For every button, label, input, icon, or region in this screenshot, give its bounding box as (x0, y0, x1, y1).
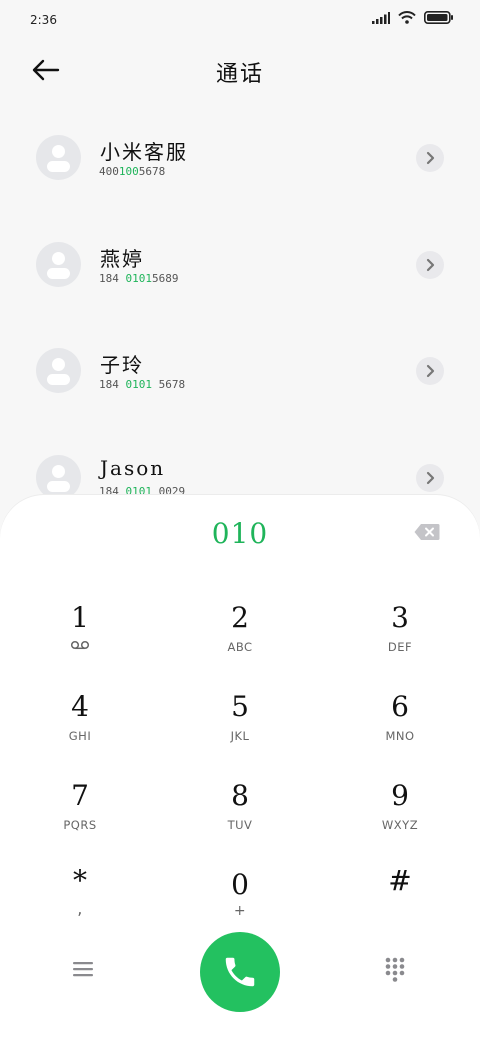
chevron-right-icon (426, 258, 435, 272)
contact-detail-button[interactable] (416, 144, 444, 172)
contact-detail-button[interactable] (416, 251, 444, 279)
call-button[interactable] (200, 932, 280, 1012)
contact-row[interactable]: 燕婷 184 01015689 (0, 217, 480, 307)
key-digit: # (388, 864, 412, 897)
contact-name: 子玲 (100, 353, 144, 377)
key-3[interactable]: 3 DEF (320, 600, 480, 680)
battery-icon (424, 11, 453, 24)
key-letters: ABC (227, 640, 253, 654)
contact-number: 184 0101 5678 (99, 378, 186, 391)
chevron-right-icon (426, 151, 435, 165)
contact-name: Jason (100, 456, 166, 480)
key-digit: 5 (231, 690, 249, 723)
chevron-right-icon (426, 364, 435, 378)
backspace-icon (414, 524, 440, 540)
key-1[interactable]: 1 (0, 600, 160, 680)
contact-number: 4001005678 (99, 165, 166, 178)
page-title: 通话 (215, 62, 264, 87)
contact-number: 184 01015689 (99, 272, 179, 285)
key-8[interactable]: 8 TUV (160, 778, 320, 858)
key-letters: TUV (227, 818, 253, 832)
contact-name: 燕婷 (100, 247, 144, 271)
key-4[interactable]: 4 GHI (0, 689, 160, 769)
dialpad-sheet: 010 1 2 ABC 3 DEF 4 GHI 5 JKL 6 MNO 7 PQ… (0, 495, 480, 1040)
voicemail-icon (70, 640, 90, 650)
key-letters: PQRS (63, 818, 97, 832)
key-star[interactable]: * , (0, 863, 160, 943)
contact-name: 小米客服 (100, 140, 188, 164)
avatar (36, 242, 81, 287)
key-digit: 2 (231, 601, 249, 634)
avatar (36, 455, 81, 500)
menu-button[interactable] (72, 960, 98, 982)
header: 通话 (0, 44, 480, 94)
dialpad-bottom-bar (0, 932, 480, 1012)
status-icons (372, 11, 454, 24)
phone-icon (225, 957, 255, 987)
key-hash[interactable]: # (320, 863, 480, 943)
key-letters: WXYZ (381, 818, 419, 832)
key-digit: 8 (231, 779, 249, 812)
key-digit: 9 (391, 779, 409, 812)
backspace-button[interactable] (414, 523, 440, 541)
key-digit: 7 (71, 779, 89, 812)
key-digit: 6 (391, 690, 409, 723)
key-digit: 3 (391, 601, 409, 634)
key-digit: 4 (71, 690, 89, 723)
status-bar: 2:36 (0, 0, 480, 40)
contact-detail-button[interactable] (416, 357, 444, 385)
menu-icon (73, 962, 93, 977)
avatar (36, 135, 81, 180)
key-letters: JKL (230, 729, 250, 743)
key-letters: GHI (68, 729, 92, 743)
key-7[interactable]: 7 PQRS (0, 778, 160, 858)
dialed-number: 010 (211, 517, 269, 550)
key-9[interactable]: 9 WXYZ (320, 778, 480, 858)
keypad-toggle-button[interactable] (384, 956, 406, 982)
key-6[interactable]: 6 MNO (320, 689, 480, 769)
key-letters: , (77, 899, 83, 918)
keypad-icon (385, 957, 405, 982)
chevron-right-icon (426, 471, 435, 485)
contact-row[interactable]: 子玲 184 0101 5678 (0, 323, 480, 413)
contact-row[interactable]: 小米客服 4001005678 (0, 110, 480, 200)
key-letters: MNO (385, 729, 415, 743)
key-2[interactable]: 2 ABC (160, 600, 320, 680)
key-letters: DEF (387, 640, 413, 654)
key-digit: 1 (71, 601, 89, 634)
key-5[interactable]: 5 JKL (160, 689, 320, 769)
contact-detail-button[interactable] (416, 464, 444, 492)
key-digit: * (73, 864, 87, 897)
signal-icon (372, 11, 390, 24)
status-time: 2:36 (30, 13, 57, 27)
key-letters: + (233, 903, 247, 919)
avatar (36, 348, 81, 393)
key-digit: 0 (231, 868, 249, 901)
wifi-icon (398, 11, 416, 24)
